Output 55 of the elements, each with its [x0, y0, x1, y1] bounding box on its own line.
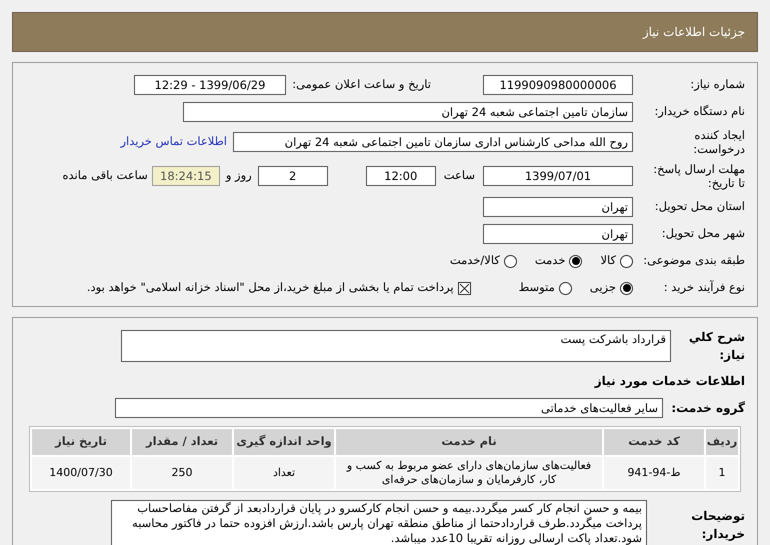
radio-button[interactable]: [558, 282, 572, 294]
field-label: نوع فرآیند خرید :: [662, 279, 745, 296]
field-label: گروه خدمت:: [670, 400, 745, 417]
table-cell: تعداد: [234, 457, 334, 489]
buyer-contact-link[interactable]: اطلاعات تماس خریدار: [120, 133, 227, 151]
section-heading: اطلاعات خدمات مورد نیاز: [594, 373, 745, 390]
field-label: استان محل تحویل:: [654, 198, 745, 216]
text-field[interactable]: 1199090980000006: [483, 75, 633, 95]
field-label: شهر محل تحویل:: [660, 225, 745, 242]
column-header: نام خدمت: [336, 429, 602, 455]
page-title: جزئیات اطلاعات نیاز: [642, 24, 745, 41]
column-header: تعداد / مقدار: [132, 429, 232, 455]
table-cell: 1: [706, 457, 738, 489]
radio-label: کالا: [600, 252, 616, 270]
text-field[interactable]: 1399/07/01: [483, 166, 633, 186]
radio-label: کالا/خدمت: [450, 252, 500, 270]
table-cell: 250: [132, 457, 232, 489]
column-header: کد خدمت: [604, 429, 704, 455]
radio-label: متوسط: [518, 279, 555, 296]
remaining-time: 18:24:15: [152, 166, 220, 186]
radio-label: خدمت: [534, 252, 566, 270]
text-field[interactable]: 12:00: [366, 166, 436, 186]
field-label: شرح کلي نياز:: [688, 329, 745, 364]
column-header: تاریخ نیاز: [32, 429, 130, 455]
text-field[interactable]: 1399/06/29 - 12:29: [134, 75, 286, 95]
text-field[interactable]: 2: [258, 166, 328, 186]
radio-button[interactable]: [569, 254, 582, 268]
radio-button[interactable]: [620, 254, 633, 268]
field-label: مهلت ارسال پاسخ: تا تاریخ:: [652, 162, 745, 190]
text-field[interactable]: تهران: [483, 197, 633, 217]
field-label: شماره نیاز:: [689, 76, 745, 94]
field-label: توضیحات خریدار:: [690, 508, 745, 543]
text-field[interactable]: تهران: [483, 224, 633, 244]
field-label: تاریخ و ساعت اعلان عمومی:: [291, 76, 431, 94]
checkbox-label: پرداخت تمام یا بخشی از مبلغ خرید،از محل "اسناد خزانه اسلامی" خواهد بود.: [86, 279, 454, 296]
column-header: واحد اندازه گیری: [234, 429, 334, 455]
buyer-notes-field[interactable]: بیمه و حسن انجام کار کسر میگردد.بیمه و حسن انجام کارکسرو در پایان قراردادبعد از گرفتن مفاصاحساب پرداخت میگردد.طرف قراردادحتما از مناطق منطقه تهران پارس باشد.ارزش افزوده حتما در فاکتور محاسبه شود.تعداد پاکت ارسالی روزانه تقریبا 10عدد میباشد.: [111, 500, 647, 545]
checkbox[interactable]: [458, 282, 471, 294]
column-header: ردیف: [706, 429, 738, 455]
table-cell: 1400/07/30: [32, 457, 130, 489]
time-label: ساعت: [444, 167, 475, 184]
text-field[interactable]: سایر فعالیت‌های خدماتی: [115, 398, 663, 418]
radio-button[interactable]: [620, 282, 633, 294]
days-label: روز و: [226, 167, 252, 184]
field-label: نام دستگاه خریدار:: [653, 103, 745, 120]
summary-field[interactable]: قرارداد باشرکت پست: [121, 330, 671, 362]
table-cell: فعالیت‌های سازمان‌های دارای عضو مربوط به کسب و کار، کارفرمایان و سازمان‌های حرفه‌ای: [336, 457, 602, 489]
text-field[interactable]: روح الله مداحی کارشناس اداری سازمان تامین اجتماعی شعبه 24 تهران: [233, 132, 633, 152]
text-field[interactable]: سازمان تامین اجتماعی شعبه 24 تهران: [183, 102, 633, 122]
radio-button[interactable]: [504, 254, 517, 268]
remaining-label: ساعت باقی مانده: [62, 167, 148, 184]
radio-label: جزیی: [590, 279, 616, 296]
field-label: ایجاد کننده درخواست:: [692, 128, 745, 156]
table-cell: ط-94-941: [604, 457, 704, 489]
field-label: طبقه بندی موضوعی:: [642, 252, 745, 270]
